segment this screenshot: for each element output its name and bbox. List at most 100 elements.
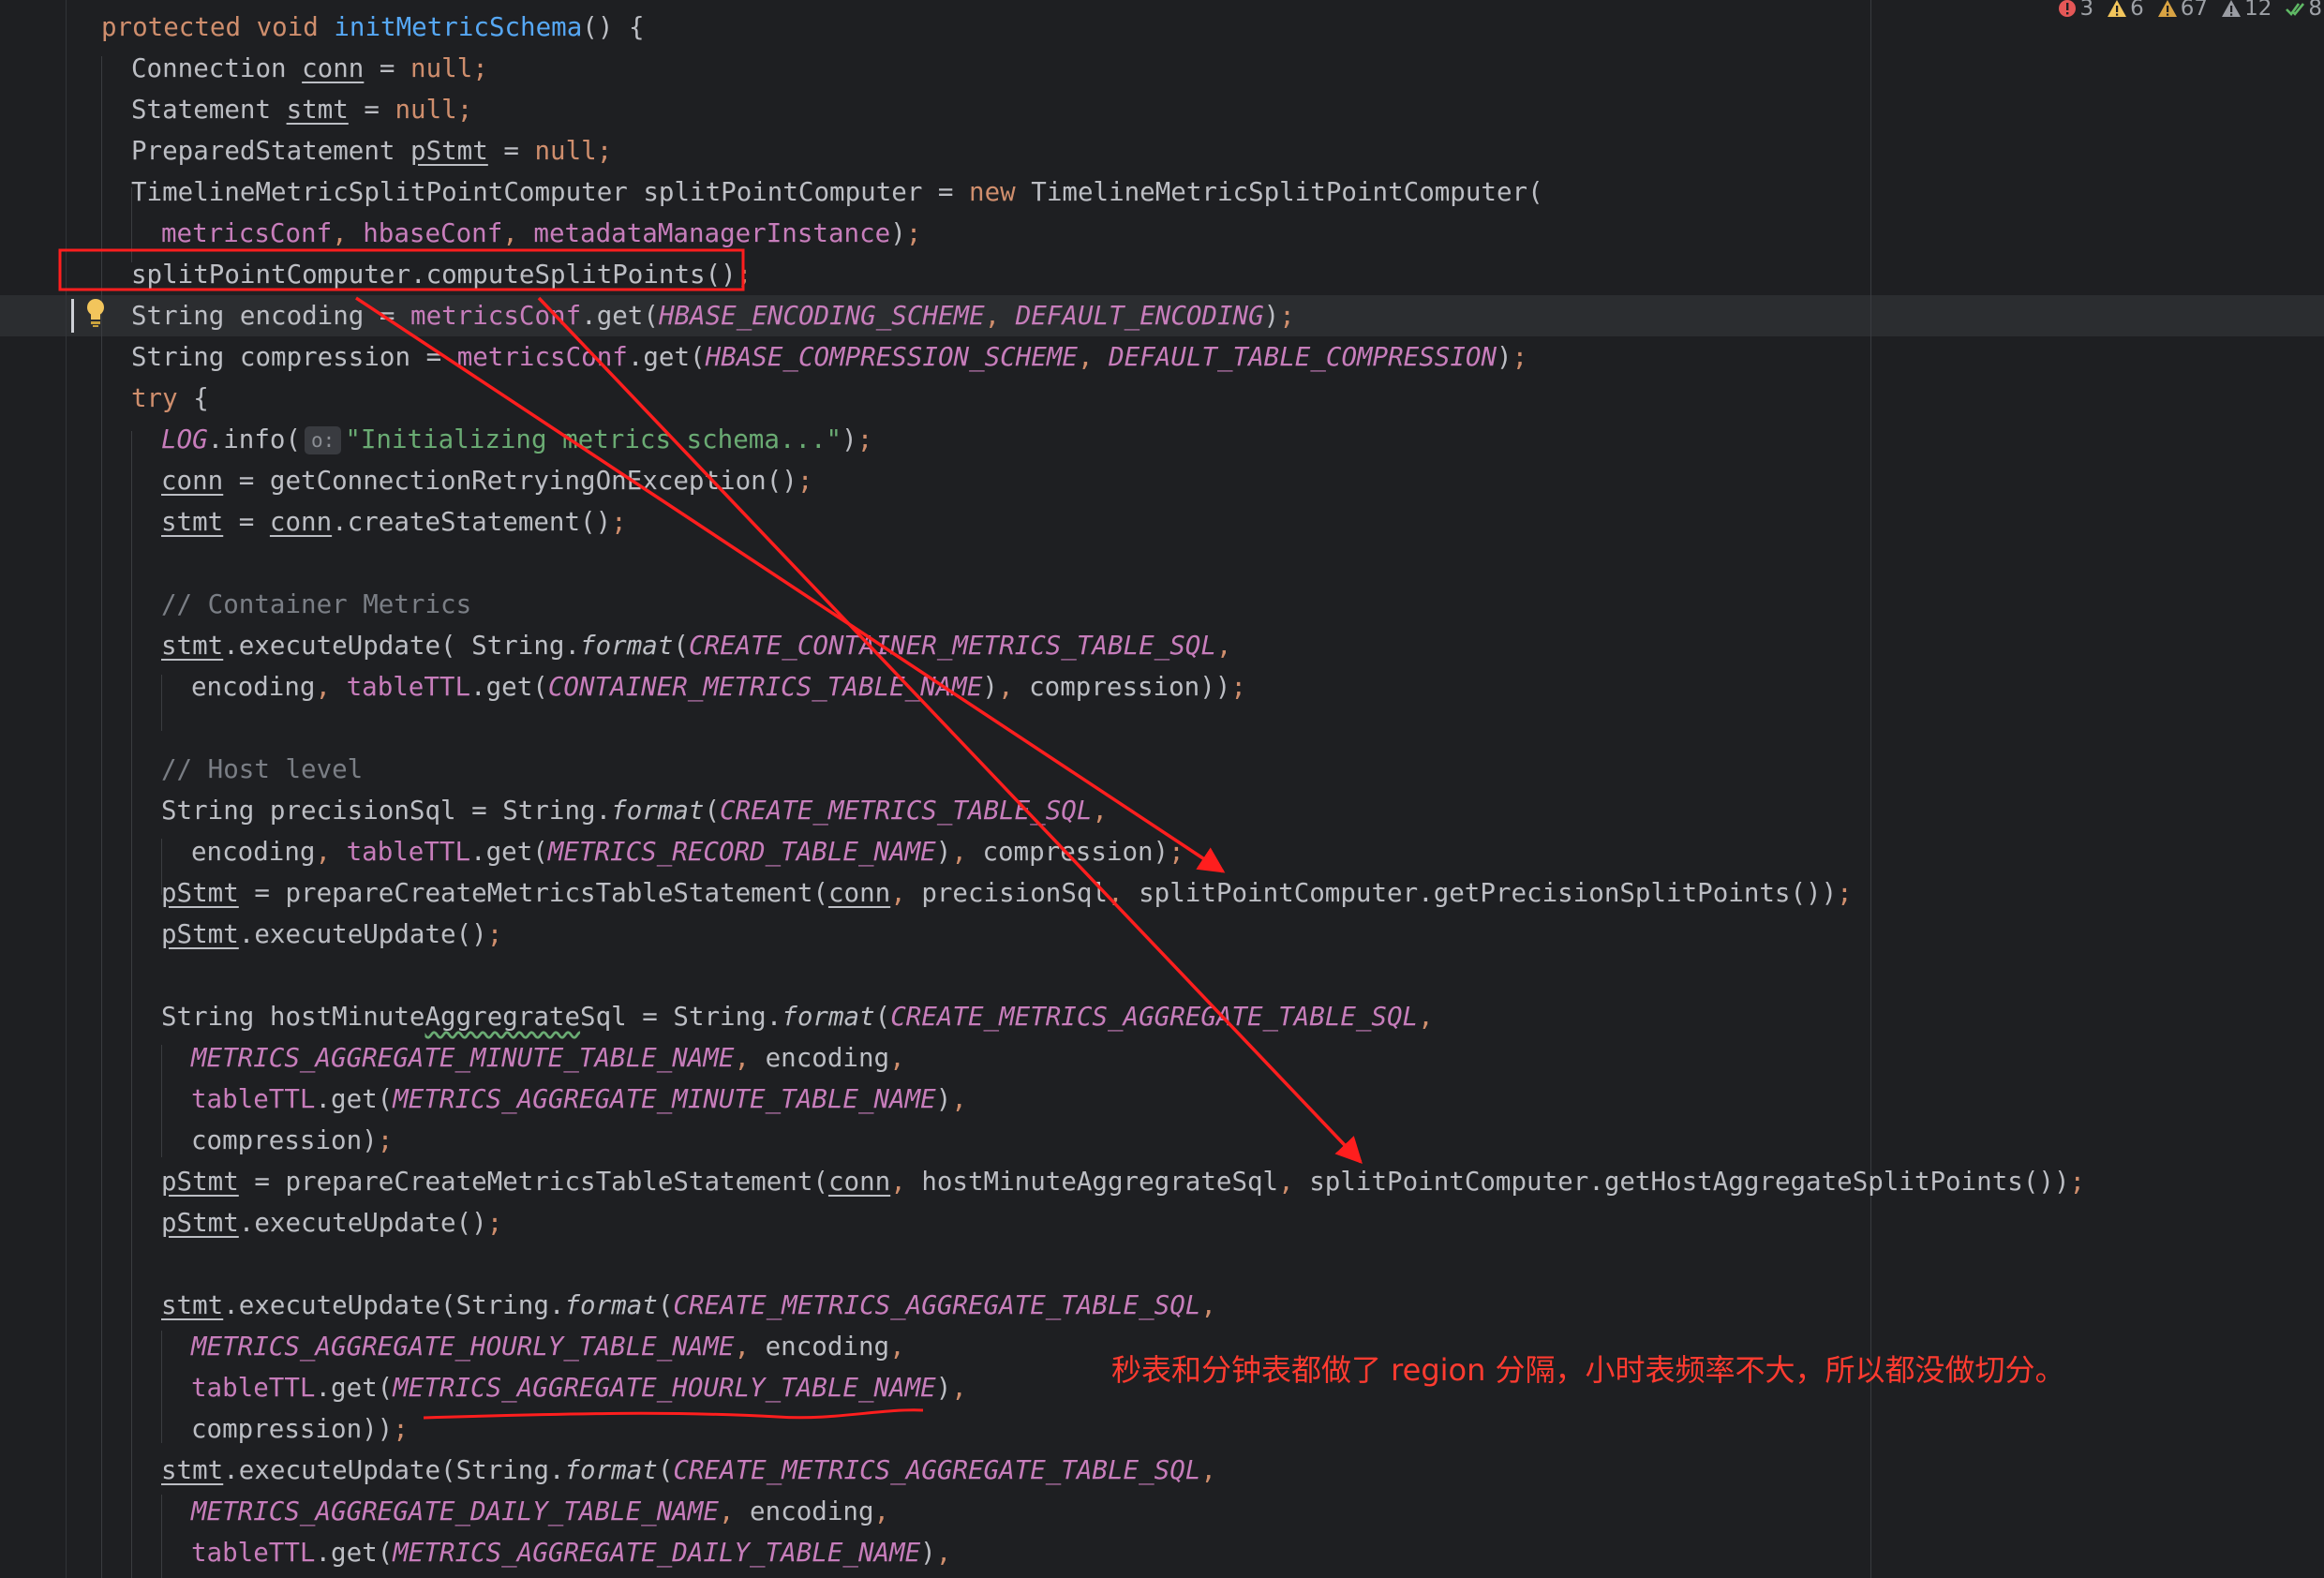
code-token: splitPointComputer.getHostAggregateSplit… [1309,1167,2070,1197]
code-token: ) [920,1538,936,1568]
inspection-widget[interactable]: 3 6 67 12 8 [2057,0,2322,22]
code-line[interactable]: try { [131,378,209,419]
code-token: = [364,53,411,83]
code-line[interactable]: PreparedStatement pStmt = null; [131,130,612,171]
code-token: Aggregrate [425,1002,581,1032]
code-line[interactable]: Connection conn = null; [131,48,488,89]
code-line[interactable]: LOG.info(o: "Initializing metrics schema.… [161,419,872,460]
code-line[interactable]: tableTTL.get(METRICS_AGGREGATE_DAILY_TAB… [191,1532,951,1573]
code-token: , [1215,631,1232,661]
code-token: ) [842,424,857,454]
code-token: pStmt [161,1167,239,1197]
typos-counter[interactable]: 12 [2221,0,2272,21]
code-token: compression)) [1029,672,1231,702]
code-token: = [348,95,395,125]
warnings-count: 6 [2130,0,2144,21]
code-line[interactable]: compression); [191,1120,393,1161]
code-line[interactable]: String compression = metricsConf.get(HBA… [131,336,1527,378]
indent-guide [161,1495,162,1578]
code-token: CREATE_METRICS_AGGREGATE_TABLE_SQL [890,1002,1419,1032]
weak-warnings-counter[interactable]: 67 [2157,0,2208,21]
code-token: ) [935,1084,952,1114]
code-token: , [1200,1455,1216,1485]
code-line[interactable]: stmt = conn.createStatement(); [161,501,627,543]
code-token: splitPointComputer.getPrecisionSplitPoin… [1139,878,1838,908]
code-line[interactable]: encoding, tableTTL.get(CONTAINER_METRICS… [191,666,1246,707]
code-token: new [969,177,1032,207]
code-token: .info( [207,424,302,454]
lightbulb-icon[interactable] [82,296,109,330]
indent-guide [131,431,132,1578]
code-token: ; [486,919,503,949]
code-line[interactable]: stmt.executeUpdate(String.format(CREATE_… [161,1450,1216,1491]
code-token: ) [1497,342,1512,372]
code-token: encoding [191,837,316,867]
code-token: TimelineMetricSplitPointComputer( [1031,177,1543,207]
code-line[interactable]: String encoding = metricsConf.get(HBASE_… [131,295,1295,336]
code-line[interactable]: METRICS_AGGREGATE_HOURLY_TABLE_NAME, enc… [191,1326,905,1367]
code-token: precisionSql [921,878,1108,908]
code-line[interactable]: tableTTL.get(METRICS_AGGREGATE_HOURLY_TA… [191,1367,967,1408]
warnings-counter[interactable]: 6 [2107,0,2144,21]
code-token: , [1200,1290,1216,1320]
code-line[interactable]: Statement stmt = null; [131,89,472,130]
code-line[interactable]: pStmt = prepareCreateMetricsTableStateme… [161,1161,2085,1202]
typo-icon [2222,0,2242,17]
code-token: ) [935,1373,952,1403]
warning-icon [2108,0,2127,17]
code-line[interactable]: tableTTL.get(METRICS_AGGREGATE_MINUTE_TA… [191,1079,967,1120]
code-token: , [1077,342,1110,372]
code-token: METRICS_AGGREGATE_DAILY_TABLE_NAME [393,1538,921,1568]
code-line[interactable]: compression)); [191,1408,409,1450]
code-token: , [1278,1167,1310,1197]
code-token: // Host level [161,754,364,784]
code-token: HBASE_ENCODING_SCHEME [658,301,985,331]
code-line[interactable]: encoding, tableTTL.get(METRICS_RECORD_TA… [191,831,1184,872]
parameter-hint: o: [305,426,342,454]
code-token: encoding [191,672,316,702]
code-line[interactable]: METRICS_AGGREGATE_MINUTE_TABLE_NAME, enc… [191,1037,905,1079]
code-token: void [256,12,335,42]
code-line[interactable]: String precisionSql = String.format(CREA… [161,790,1108,831]
code-line[interactable]: METRICS_AGGREGATE_DAILY_TABLE_NAME, enco… [191,1491,889,1532]
code-token: , [890,878,922,908]
code-line[interactable]: protected void initMetricSchema() { [101,7,645,48]
code-line[interactable]: pStmt.executeUpdate(); [161,1202,502,1243]
code-token: ; [472,53,488,83]
code-token: ; [905,218,922,248]
code-token: ( [657,1290,674,1320]
code-token: , [951,837,983,867]
code-token: String encoding = [131,301,411,331]
code-token: encoding [765,1332,890,1362]
code-token: .get( [470,837,548,867]
code-token: , [997,672,1030,702]
code-line[interactable]: metricsConf, hbaseConf, metadataManagerI… [161,213,921,254]
code-line[interactable]: splitPointComputer.computeSplitPoints(); [131,254,752,295]
typos-count: 12 [2244,0,2272,21]
code-line[interactable]: stmt.executeUpdate(String.format(CREATE_… [161,1285,1216,1326]
code-token: { [193,383,209,413]
code-line[interactable]: String hostMinuteAggregrateSql = String.… [161,996,1434,1037]
indent-guide [161,1331,162,1443]
code-line[interactable]: pStmt.executeUpdate(); [161,914,502,955]
code-line[interactable]: pStmt = prepareCreateMetricsTableStateme… [161,872,1853,914]
code-token: , [1108,878,1140,908]
code-token: metricsConf [456,342,628,372]
code-token: compression)) [191,1414,394,1444]
errors-counter[interactable]: 3 [2057,0,2093,21]
code-token: encoding [765,1043,890,1073]
code-line[interactable]: // Host level [161,749,363,790]
code-editor[interactable]: protected void initMetricSchema() {Conne… [0,0,2324,1578]
code-line[interactable]: stmt.executeUpdate( String.format(CREATE… [161,625,1231,666]
code-token: .get( [581,301,659,331]
ok-counter[interactable]: 8 [2285,0,2322,21]
code-line[interactable]: conn = getConnectionRetryingOnException(… [161,460,812,501]
code-token: ; [736,260,752,290]
code-token: = prepareCreateMetricsTableStatement( [238,1167,828,1197]
code-line[interactable]: // Container Metrics [161,584,471,625]
code-token: , [734,1043,766,1073]
code-token: , [718,1496,751,1526]
code-token: = prepareCreateMetricsTableStatement( [238,878,828,908]
code-line[interactable]: TimelineMetricSplitPointComputer splitPo… [131,171,1543,213]
code-token: tableTTL [346,837,471,867]
